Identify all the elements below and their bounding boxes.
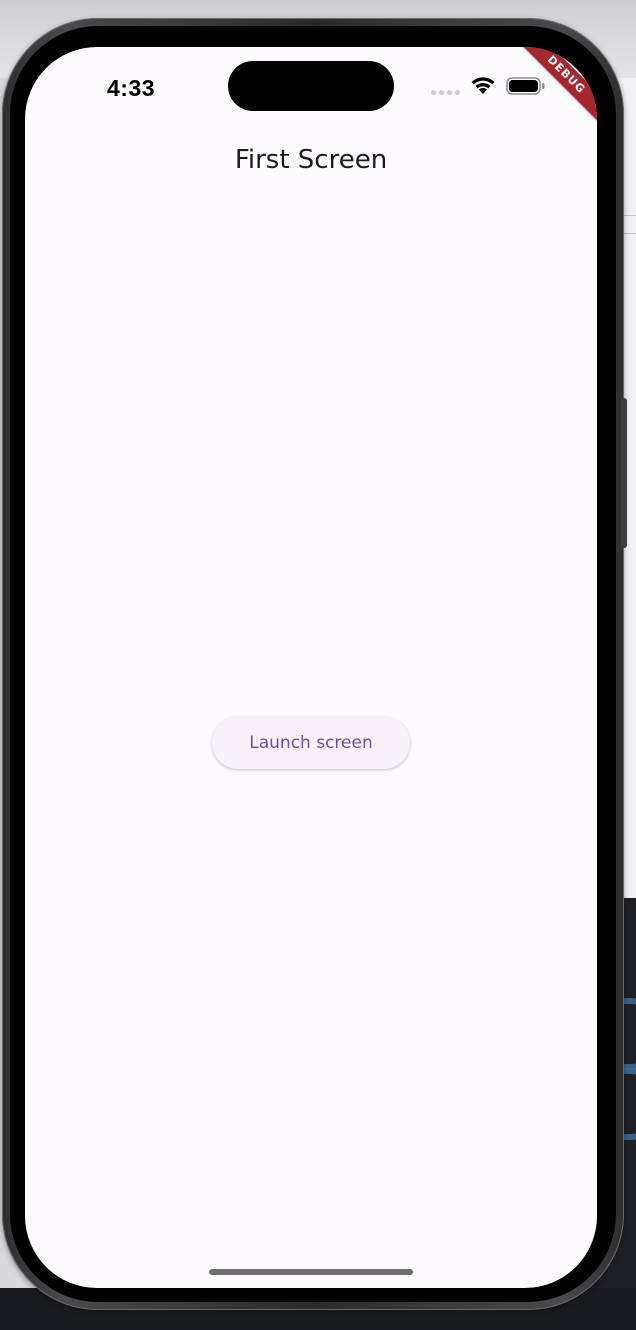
desktop-background: 4:33 DEBUG First Screen Launch screen	[0, 0, 636, 1330]
wifi-icon	[471, 77, 495, 94]
launch-screen-button[interactable]: Launch screen	[212, 717, 410, 769]
app-bar-title: First Screen	[234, 145, 388, 175]
debug-banner-label: DEBUG	[512, 47, 597, 129]
home-indicator[interactable]	[209, 1269, 413, 1275]
dynamic-island	[228, 61, 394, 111]
debug-banner: DEBUG	[507, 47, 597, 137]
side-button	[621, 398, 627, 548]
status-time: 4:33	[107, 75, 156, 101]
app-screen: 4:33 DEBUG First Screen Launch screen	[25, 47, 597, 1288]
signal-dots-icon	[431, 90, 460, 95]
